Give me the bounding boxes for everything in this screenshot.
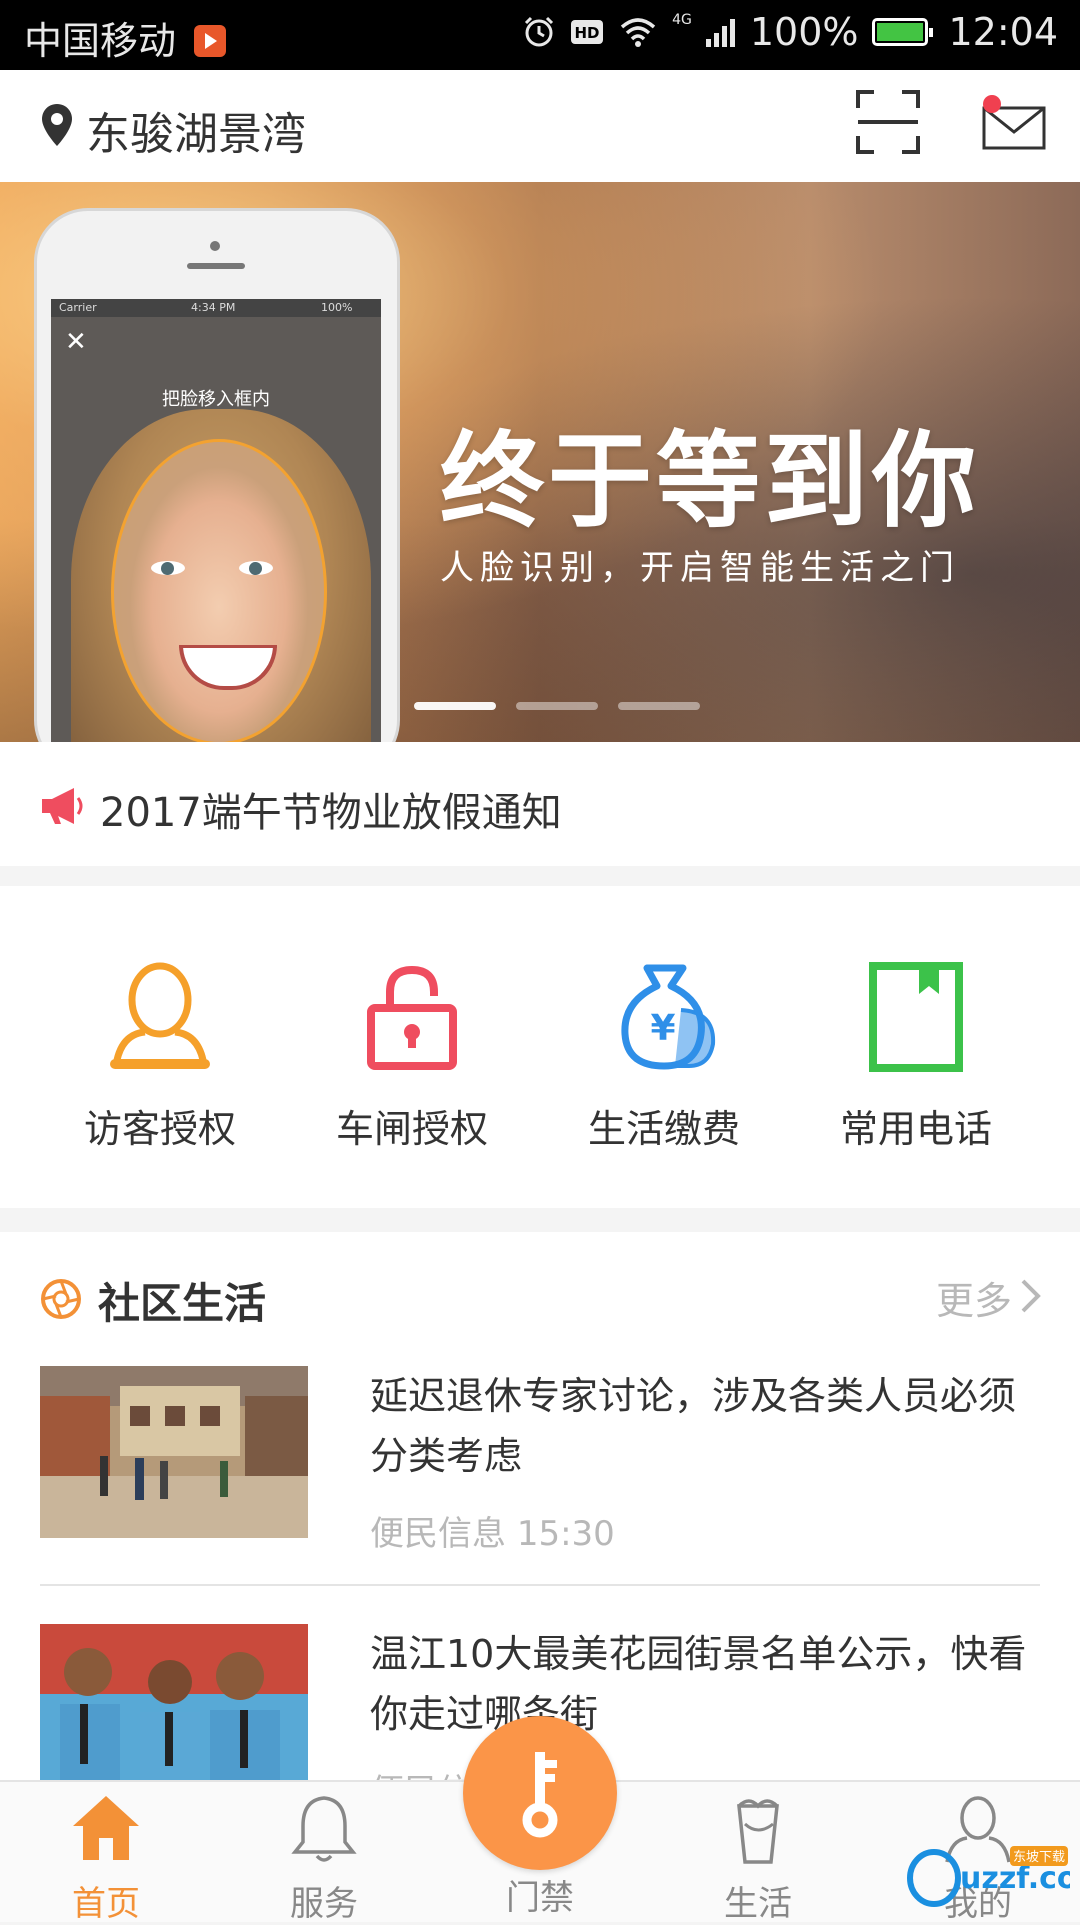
lock-icon	[367, 965, 457, 1070]
close-icon: ✕	[65, 327, 87, 357]
divider	[40, 1584, 1040, 1586]
phone-camera	[210, 241, 220, 251]
svg-text:HD: HD	[575, 24, 600, 42]
mail-icon[interactable]	[980, 94, 1048, 152]
carousel-dot[interactable]	[618, 702, 700, 710]
cup-icon	[737, 1799, 779, 1864]
watermark-logo: uzzf.com 东坡下载	[907, 1846, 1070, 1907]
bell-icon	[291, 1796, 357, 1862]
carousel-indicator	[414, 702, 700, 710]
chevron-right-icon[interactable]	[1020, 1278, 1042, 1314]
tab-service[interactable]: 服务	[254, 1792, 394, 1925]
hd-icon: HD	[571, 20, 604, 44]
visitor-auth-label: 访客授权	[83, 1107, 236, 1151]
aperture-icon	[41, 1279, 81, 1319]
street-photo	[40, 1366, 308, 1538]
wifi-icon	[620, 18, 656, 47]
door-access-button[interactable]	[463, 1716, 617, 1870]
gate-auth-label: 车闸授权	[335, 1107, 488, 1151]
banner-phone-image: Carrier 4:34 PM 100% ✕ 把脸移入框内	[34, 208, 400, 742]
signal-icon	[705, 19, 735, 47]
phonebook-button[interactable]: 常用电话	[816, 962, 1016, 1153]
news-title[interactable]: 延迟退休专家讨论，涉及各类人员必须分类考虑	[370, 1366, 1050, 1486]
tab-label: 生活	[724, 1884, 792, 1924]
tab-label: 首页	[72, 1884, 140, 1924]
banner-carousel[interactable]: Carrier 4:34 PM 100% ✕ 把脸移入框内 终于等到你 人脸识别…	[0, 182, 1080, 742]
phone-carrier: Carrier	[59, 301, 97, 314]
face-hint: 把脸移入框内	[162, 389, 270, 410]
battery-percent: 100%	[749, 10, 859, 54]
watermark-tag: 东坡下载	[1013, 1850, 1065, 1865]
carousel-dot[interactable]	[516, 702, 598, 710]
carrier-name: 中国移动	[24, 19, 177, 63]
left-eye	[151, 561, 185, 575]
phone-status-bar: Carrier 4:34 PM 100%	[51, 299, 381, 317]
megaphone-icon	[42, 788, 83, 824]
scan-icon[interactable]	[856, 90, 920, 154]
home-icon	[73, 1796, 139, 1860]
quick-actions: 访客授权 车闸授权 ¥ 生活缴费 常用电话	[0, 886, 1080, 1208]
banner-subtitle: 人脸识别，开启智能生活之门	[440, 548, 960, 588]
unread-dot	[983, 95, 1001, 113]
svg-text:¥: ¥	[650, 1008, 675, 1049]
visitor-icon	[110, 962, 210, 1069]
tab-life[interactable]: 生活	[688, 1792, 828, 1925]
bill-pay-button[interactable]: ¥ 生活缴费	[564, 962, 764, 1153]
bill-pay-label: 生活缴费	[587, 1107, 740, 1151]
tab-label: 服务	[290, 1884, 358, 1924]
community-name[interactable]: 东骏湖景湾	[86, 98, 306, 162]
news-item[interactable]: 延迟退休专家讨论，涉及各类人员必须分类考虑 便民信息 15:30	[40, 1366, 1040, 1554]
status-bar: 中国移动 HD 4G 100% 12:04	[0, 0, 1080, 70]
notice-bar[interactable]: 2017端午节物业放假通知	[0, 742, 1080, 866]
gate-auth-button[interactable]: 车闸授权	[312, 962, 512, 1153]
network-type: 4G	[672, 12, 692, 28]
phone-time: 4:34 PM	[191, 301, 236, 314]
clock: 12:04	[948, 10, 1058, 54]
section-title: 社区生活	[98, 1279, 267, 1328]
status-icons: HD 4G 100% 12:04	[522, 10, 1058, 54]
community-section: 社区生活 更多 延迟退休专家讨论，涉及各类人员必须分类考虑 便民信息 15:30	[0, 1232, 1080, 1812]
phone-screen: Carrier 4:34 PM 100% ✕ 把脸移入框内	[51, 299, 381, 742]
battery-icon	[872, 18, 934, 46]
door-access-label[interactable]: 门禁	[463, 1870, 617, 1919]
notice-text[interactable]: 2017端午节物业放假通知	[100, 780, 562, 838]
more-link[interactable]: 更多	[936, 1270, 1012, 1325]
news-meta: 便民信息 15:30	[370, 1506, 615, 1555]
tab-home[interactable]: 首页	[36, 1792, 176, 1925]
alarm-icon	[525, 16, 554, 47]
key-icon	[522, 1752, 558, 1838]
phonebook-icon	[869, 962, 963, 1072]
location-pin-icon[interactable]	[40, 102, 74, 148]
top-header: 东骏湖景湾	[0, 70, 1080, 182]
video-app-icon	[194, 24, 227, 57]
news-time: 15:30	[516, 1514, 615, 1554]
visitor-auth-button[interactable]: 访客授权	[60, 962, 260, 1153]
phonebook-label: 常用电话	[839, 1107, 992, 1151]
face-frame	[111, 439, 327, 742]
phone-battery: 100%	[321, 301, 353, 314]
money-bag-icon: ¥	[621, 964, 716, 1070]
phone-speaker	[187, 263, 245, 269]
carousel-dot[interactable]	[414, 702, 496, 710]
news-category: 便民信息	[370, 1514, 506, 1554]
right-eye	[239, 561, 273, 575]
carrier: 中国移动	[24, 10, 227, 65]
kids-photo	[40, 1624, 308, 1796]
banner-title: 终于等到你	[440, 420, 981, 542]
watermark-text: uzzf.com	[960, 1861, 1070, 1896]
